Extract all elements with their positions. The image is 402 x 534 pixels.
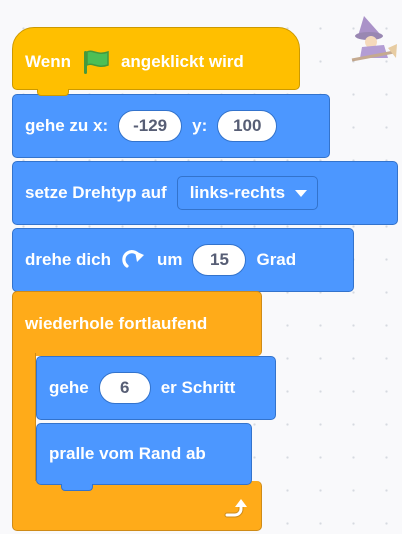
move-steps-block[interactable]: gehe 6 er Schritt	[36, 356, 276, 420]
bounce-on-edge-block[interactable]: pralle vom Rand ab	[36, 423, 252, 491]
degrees-input[interactable]: 15	[192, 244, 247, 276]
set-rotation-style-block[interactable]: setze Drehtyp auf links-rechts	[12, 161, 398, 225]
rotation-label: setze Drehtyp auf	[25, 183, 167, 202]
y-input[interactable]: 100	[217, 110, 278, 142]
forever-bottom-arm[interactable]	[12, 481, 262, 531]
bounce-label: pralle vom Rand ab	[49, 444, 206, 463]
goto-label-y: y:	[192, 116, 208, 135]
event-label-when: Wenn	[25, 51, 71, 71]
forever-label: wiederhole fortlaufend	[25, 314, 208, 333]
forever-top-arm[interactable]: wiederhole fortlaufend	[12, 291, 262, 356]
rotation-style-dropdown[interactable]: links-rechts	[176, 176, 319, 210]
loop-arrow-icon	[223, 497, 247, 521]
block-notch	[37, 89, 69, 96]
rotate-clockwise-icon	[121, 248, 147, 272]
witch-sprite-icon	[351, 16, 397, 62]
block-notch	[61, 484, 93, 491]
rotation-dropdown-value: links-rechts	[189, 183, 286, 202]
turn-label-um: um	[156, 250, 183, 269]
move-label-after: er Schritt	[160, 378, 236, 397]
x-input[interactable]: -129	[118, 110, 183, 142]
turn-label-degrees: Grad	[256, 250, 297, 269]
chevron-down-icon	[295, 189, 308, 197]
turn-right-block[interactable]: drehe dich um 15 Grad	[12, 228, 354, 292]
go-to-xy-block[interactable]: gehe zu x: -129 y: 100	[12, 94, 330, 158]
move-label-before: gehe	[49, 378, 89, 397]
steps-input[interactable]: 6	[98, 372, 151, 404]
sprite-thumbnail[interactable]	[350, 14, 398, 68]
event-label-clicked: angeklickt wird	[120, 51, 244, 71]
green-flag-icon	[81, 49, 111, 75]
goto-label-x: gehe zu x:	[25, 116, 109, 135]
forever-side-arm	[12, 353, 36, 483]
when-flag-clicked-block[interactable]: Wenn angeklickt wird	[12, 27, 300, 96]
turn-label-before: drehe dich	[25, 250, 111, 269]
